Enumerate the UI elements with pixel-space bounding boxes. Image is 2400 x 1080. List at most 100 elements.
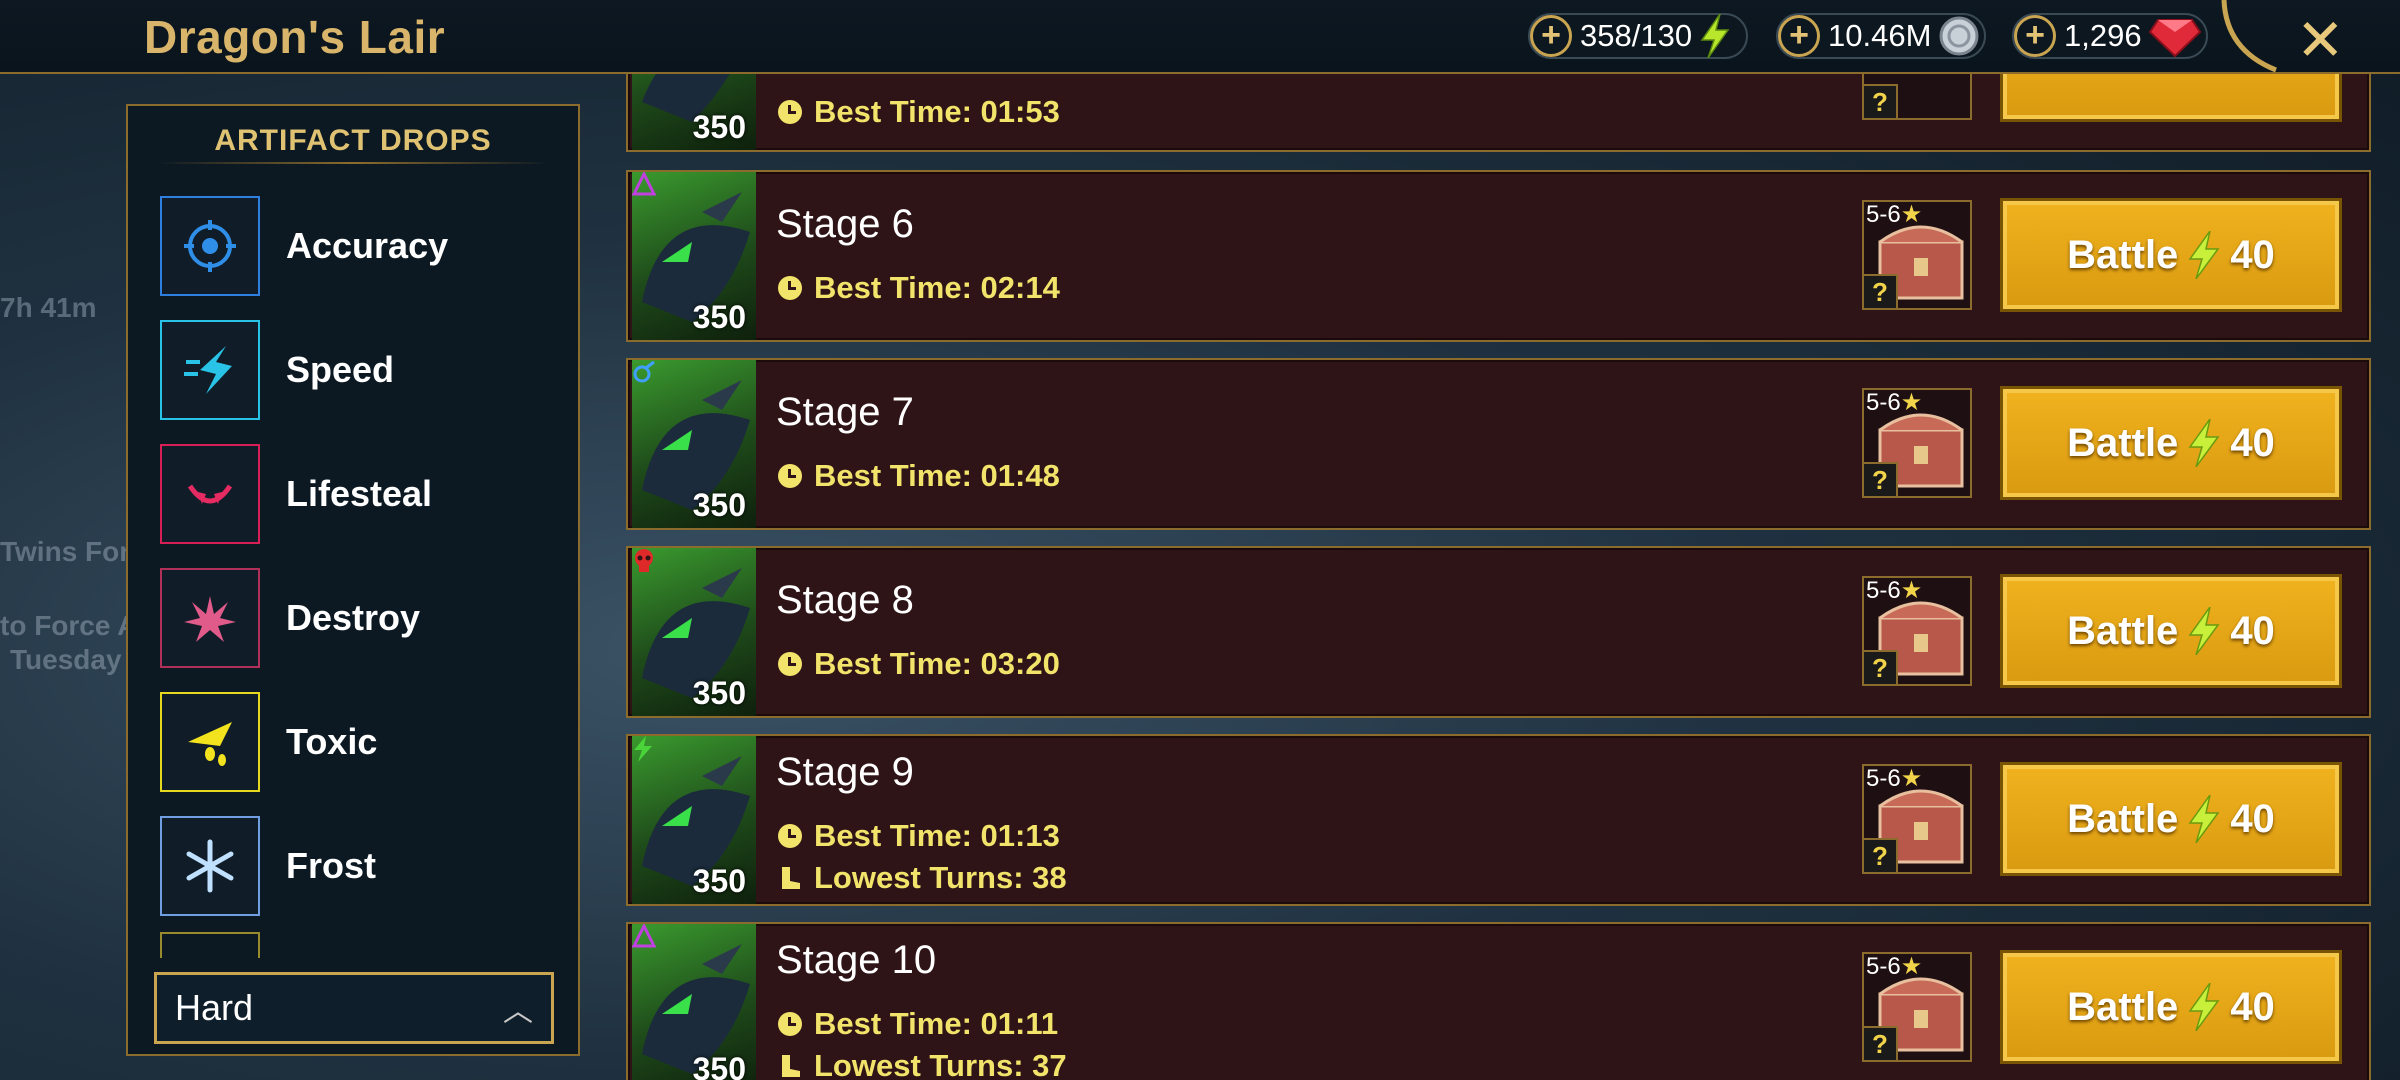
artifact-item-frost[interactable]: Frost: [160, 804, 560, 928]
artifact-item-partial: [160, 932, 260, 958]
artifact-item-toxic[interactable]: Toxic: [160, 680, 560, 804]
silver-counter[interactable]: + 10.46M: [1776, 13, 1986, 59]
stage-row[interactable]: 350 Best Time: 01:53 ?: [626, 74, 2371, 152]
reward-chest[interactable]: 5-6★ ?: [1862, 764, 1972, 874]
stage-name: Stage 9: [776, 750, 914, 794]
artifact-item-accuracy[interactable]: Accuracy: [160, 184, 560, 308]
page-title: Dragon's Lair: [144, 11, 446, 63]
question-icon: ?: [1862, 1026, 1898, 1062]
question-icon: ?: [1862, 838, 1898, 874]
clock-icon: [778, 1012, 802, 1036]
reward-chest[interactable]: ?: [1862, 74, 1972, 120]
battle-button[interactable]: Battle 40: [2000, 386, 2342, 500]
lowest-turns: Lowest Turns: 37: [778, 1048, 1067, 1080]
panel-divider: [158, 162, 550, 164]
chest-stars: 5-6★: [1866, 389, 1923, 416]
bg-dungeon-3: Tuesday: [10, 644, 122, 675]
spirit-affinity-icon: [633, 360, 655, 383]
clock-icon: [778, 100, 802, 124]
battle-cost: 40: [2230, 984, 2275, 1029]
artifact-item-lifesteal[interactable]: Lifesteal: [160, 432, 560, 556]
artifact-item-destroy[interactable]: Destroy: [160, 556, 560, 680]
battle-button[interactable]: Battle 40: [2000, 574, 2342, 688]
battle-button[interactable]: [2000, 74, 2342, 122]
force-affinity-icon: [634, 736, 652, 762]
battle-label: Battle: [2067, 984, 2179, 1029]
gem-icon: [2148, 19, 2201, 58]
silver-value: 10.46M: [1828, 18, 1932, 53]
battle-button[interactable]: Battle 40: [2000, 762, 2342, 876]
artifact-label: Lifesteal: [286, 473, 433, 514]
best-time-text: Best Time: 01:48: [814, 458, 1060, 493]
battle-label: Battle: [2067, 420, 2179, 465]
artifact-label: Accuracy: [286, 225, 449, 266]
add-energy-button[interactable]: +: [1530, 15, 1572, 57]
destroy-icon: [160, 568, 260, 668]
stage-list[interactable]: 350 Best Time: 01:53 ? 350 Stage 6 Best …: [626, 74, 2371, 1080]
stage-row[interactable]: 350 Stage 6 Best Time: 02:14 5-6★ ? Batt…: [626, 170, 2371, 342]
frost-icon: [160, 816, 260, 916]
top-bar: Dragon's Lair + 358/130 + 10.46M + 1,296…: [0, 0, 2400, 74]
menu-hook-icon: [2221, 0, 2277, 73]
close-button[interactable]: ✕: [2296, 6, 2345, 74]
battle-label: Battle: [2067, 796, 2179, 841]
best-time: Best Time: 01:11: [778, 1006, 1058, 1042]
lowest-turns-text: Lowest Turns: 38: [814, 860, 1067, 895]
add-gems-button[interactable]: +: [2014, 15, 2056, 57]
best-time-text: Best Time: 03:20: [814, 646, 1060, 681]
boss-thumbnail: 350: [632, 548, 756, 716]
best-time: Best Time: 01:53: [778, 94, 1060, 130]
stage-row[interactable]: 350 Stage 8 Best Time: 03:20 5-6★ ? Batt…: [626, 546, 2371, 718]
reward-chest[interactable]: 5-6★ ?: [1862, 952, 1972, 1062]
add-silver-button[interactable]: +: [1778, 15, 1820, 57]
boss-thumbnail: 350: [632, 924, 756, 1080]
boss-thumbnail: 350: [632, 172, 756, 340]
accuracy-icon: [160, 196, 260, 296]
energy-icon: [2188, 795, 2220, 843]
lifesteal-icon: [160, 444, 260, 544]
battle-cost: 40: [2230, 420, 2275, 465]
clock-icon: [778, 464, 802, 488]
best-time: Best Time: 03:20: [778, 646, 1060, 682]
chevron-up-icon: ︿: [503, 995, 533, 1028]
gems-counter[interactable]: + 1,296: [2012, 13, 2208, 59]
difficulty-select[interactable]: Hard ︿: [154, 972, 554, 1044]
clock-icon: [778, 276, 802, 300]
battle-label: Battle: [2067, 232, 2179, 277]
reward-chest[interactable]: 5-6★ ?: [1862, 388, 1972, 498]
artifact-label: Destroy: [286, 597, 421, 638]
energy-value: 358/130: [1580, 18, 1693, 53]
boot-icon: [782, 867, 800, 889]
clock-icon: [778, 824, 802, 848]
artifact-list[interactable]: Accuracy Speed Lifesteal Destroy Toxic F…: [160, 184, 560, 958]
question-icon: ?: [1862, 274, 1898, 310]
battle-button[interactable]: Battle 40: [2000, 950, 2342, 1064]
boss-thumbnail: 350: [632, 360, 756, 528]
battle-label: Battle: [2067, 608, 2179, 653]
stage-row[interactable]: 350 Stage 9 Best Time: 01:13 Lowest Turn…: [626, 734, 2371, 906]
bg-dungeon-2: to Force A: [0, 610, 138, 641]
speed-icon: [160, 320, 260, 420]
best-time-text: Best Time: 02:14: [814, 270, 1060, 305]
reward-chest[interactable]: 5-6★ ?: [1862, 576, 1972, 686]
stage-row[interactable]: 350 Stage 10 Best Time: 01:11 Lowest Tur…: [626, 922, 2371, 1080]
best-time-text: Best Time: 01:53: [814, 94, 1060, 129]
boot-icon: [782, 1055, 800, 1077]
energy-icon: [2188, 419, 2220, 467]
energy-icon: [2188, 607, 2220, 655]
energy-counter[interactable]: + 358/130: [1528, 13, 1748, 59]
artifact-item-speed[interactable]: Speed: [160, 308, 560, 432]
artifact-drops-panel: ARTIFACT DROPS Accuracy Speed Lifesteal …: [126, 104, 580, 1056]
chest-stars: 5-6★: [1866, 577, 1923, 604]
energy-icon: [2188, 983, 2220, 1031]
question-icon: ?: [1862, 462, 1898, 498]
stage-row[interactable]: 350 Stage 7 Best Time: 01:48 5-6★ ? Batt…: [626, 358, 2371, 530]
toxic-icon: [160, 692, 260, 792]
best-time: Best Time: 01:48: [778, 458, 1060, 494]
reward-chest[interactable]: 5-6★ ?: [1862, 200, 1972, 310]
silver-coin-icon: [1939, 16, 1979, 56]
battle-button[interactable]: Battle 40: [2000, 198, 2342, 312]
best-time: Best Time: 01:13: [778, 818, 1060, 854]
gems-value: 1,296: [2064, 18, 2142, 53]
difficulty-value: Hard: [175, 987, 254, 1028]
